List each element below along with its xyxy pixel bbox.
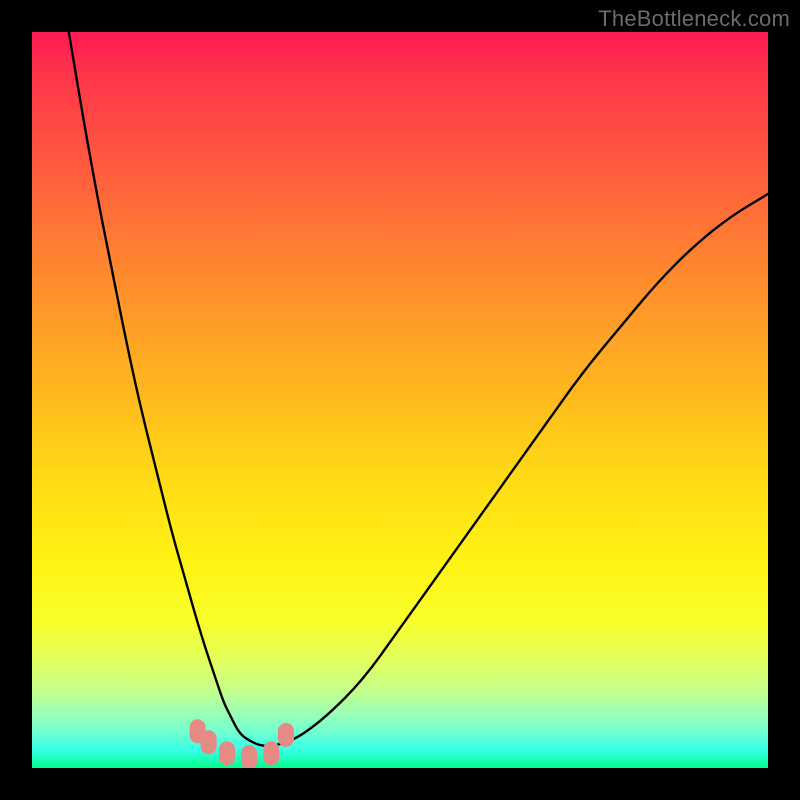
chart-frame: TheBottleneck.com [0,0,800,800]
curve-marker [263,741,279,765]
curve-layer [32,32,768,768]
bottleneck-curve [69,32,768,746]
curve-marker [201,730,217,754]
curve-marker [278,723,294,747]
curve-marker [241,745,257,768]
plot-area [32,32,768,768]
watermark-text: TheBottleneck.com [598,6,790,32]
curve-marker [219,741,235,765]
